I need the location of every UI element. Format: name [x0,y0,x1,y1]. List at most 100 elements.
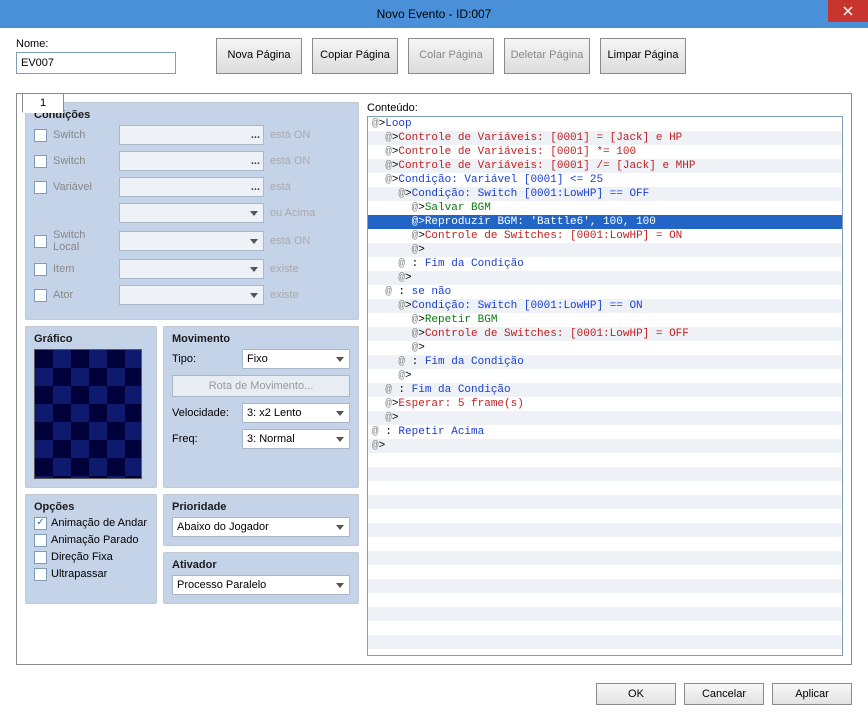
name-input[interactable] [16,52,176,74]
content-line-empty [368,495,842,509]
content-line[interactable]: @> [368,243,842,257]
content-line[interactable]: @>Condição: Variável [0001] <= 25 [368,173,842,187]
content-line[interactable]: @>Reproduzir BGM: 'Battle6', 100, 100 [368,215,842,229]
cancel-button[interactable]: Cancelar [684,683,764,705]
chevron-down-icon [333,432,347,446]
content-line[interactable]: @> [368,271,842,285]
priority-title: Prioridade [172,501,350,513]
movement-speed-combo[interactable]: 3: x2 Lento [242,403,350,423]
apply-button[interactable]: Aplicar [772,683,852,705]
priority-combo[interactable]: Abaixo do Jogador [172,517,350,537]
content-line[interactable]: @> [368,439,842,453]
graphic-preview[interactable] [34,349,142,479]
new-page-button[interactable]: Nova Página [216,38,302,74]
trigger-combo[interactable]: Processo Paralelo [172,575,350,595]
content-line-empty [368,453,842,467]
variable-suffix2: ou Acima [270,207,315,219]
content-line-empty [368,481,842,495]
content-line[interactable]: @ : se não [368,285,842,299]
variable-value-combo[interactable] [119,203,264,223]
content-label: Conteúdo: [367,102,843,114]
conditions-title: Condições [34,109,350,121]
through-label: Ultrapassar [51,568,107,580]
content-line[interactable]: @>Esperar: 5 frame(s) [368,397,842,411]
content-line[interactable]: @ : Fim da Condição [368,383,842,397]
content-line[interactable]: @>Controle de Switches: [0001:LowHP] = O… [368,327,842,341]
content-line[interactable]: @>Condição: Switch [0001:LowHP] == ON [368,299,842,313]
switch2-suffix: está ON [270,155,310,167]
content-line[interactable]: @ : Repetir Acima [368,425,842,439]
content-line[interactable]: @>Controle de Variáveis: [0001] /= [Jack… [368,159,842,173]
content-line[interactable]: @ : Fim da Condição [368,355,842,369]
conditions-group: Condições Switch ... está ON Switch ... … [25,102,359,320]
titlebar: Novo Evento - ID:007 [0,0,868,28]
content-line[interactable]: @> [368,369,842,383]
variable-checkbox[interactable] [34,181,47,194]
content-line-empty [368,467,842,481]
content-line[interactable]: @>Salvar BGM [368,201,842,215]
chevron-down-icon [333,578,347,592]
dir-fix-checkbox[interactable] [34,551,47,564]
item-suffix: existe [270,263,299,275]
content-line-empty [368,607,842,621]
content-line-empty [368,635,842,649]
chevron-down-icon [333,352,347,366]
content-line[interactable]: @>Loop [368,117,842,131]
switch2-checkbox[interactable] [34,155,47,168]
content-line-empty [368,593,842,607]
content-line-empty [368,509,842,523]
through-checkbox[interactable] [34,568,47,581]
content-line[interactable]: @>Controle de Switches: [0001:LowHP] = O… [368,229,842,243]
item-label: Item [53,263,113,275]
content-line-empty [368,565,842,579]
content-line[interactable]: @>Controle de Variáveis: [0001] *= 100 [368,145,842,159]
tab-1[interactable]: 1 [22,93,64,113]
graphic-title: Gráfico [34,333,148,345]
close-icon [843,6,853,16]
ok-button[interactable]: OK [596,683,676,705]
selfswitch-checkbox[interactable] [34,235,47,248]
trigger-title: Ativador [172,559,350,571]
switch2-label: Switch [53,155,113,167]
close-button[interactable] [828,0,868,22]
switch1-checkbox[interactable] [34,129,47,142]
item-combo[interactable] [119,259,264,279]
chevron-down-icon [247,288,261,302]
name-label: Nome: [16,38,176,50]
ellipsis-icon: ... [251,181,260,193]
copy-page-button[interactable]: Copiar Página [312,38,398,74]
actor-label: Ator [53,289,113,301]
item-checkbox[interactable] [34,263,47,276]
movement-freq-combo[interactable]: 3: Normal [242,429,350,449]
movement-type-combo[interactable]: Fixo [242,349,350,369]
content-line[interactable]: @> [368,341,842,355]
movement-title: Movimento [172,333,350,345]
content-line[interactable]: @ : Fim da Condição [368,257,842,271]
content-line[interactable]: @>Repetir BGM [368,313,842,327]
selfswitch-combo[interactable] [119,231,264,251]
delete-page-button: Deletar Página [504,38,590,74]
content-line[interactable]: @> [368,411,842,425]
switch1-combo[interactable]: ... [119,125,264,145]
content-line[interactable]: @>Condição: Switch [0001:LowHP] == OFF [368,187,842,201]
step-anim-checkbox[interactable] [34,534,47,547]
actor-checkbox[interactable] [34,289,47,302]
chevron-down-icon [247,234,261,248]
chevron-down-icon [247,206,261,220]
content-line-empty [368,579,842,593]
ellipsis-icon: ... [251,155,260,167]
content-line[interactable]: @>Controle de Variáveis: [0001] = [Jack]… [368,131,842,145]
actor-suffix: existe [270,289,299,301]
movement-speed-label: Velocidade: [172,407,238,419]
content-line-empty [368,537,842,551]
variable-combo[interactable]: ... [119,177,264,197]
clear-page-button[interactable]: Limpar Página [600,38,686,74]
actor-combo[interactable] [119,285,264,305]
switch2-combo[interactable]: ... [119,151,264,171]
ellipsis-icon: ... [251,129,260,141]
variable-label: Variável [53,181,113,193]
trigger-group: Ativador Processo Paralelo [163,552,359,604]
walk-anim-checkbox[interactable] [34,517,47,530]
dir-fix-label: Direção Fixa [51,551,113,563]
content-list[interactable]: @>Loop @>Controle de Variáveis: [0001] =… [367,116,843,656]
